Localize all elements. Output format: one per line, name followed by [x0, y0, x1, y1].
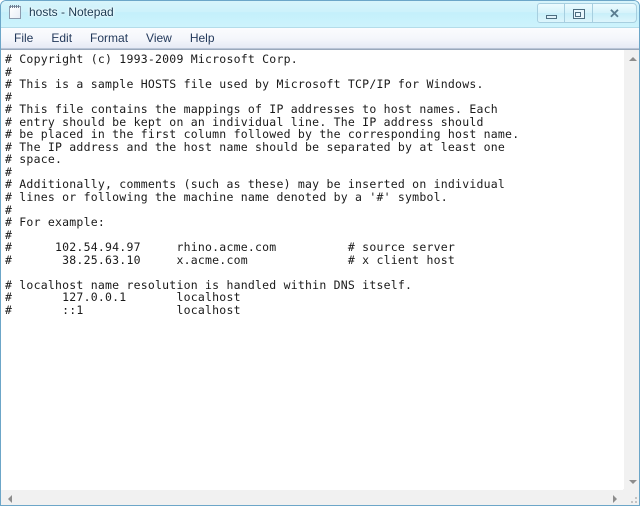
menu-item-format[interactable]: Format — [81, 29, 137, 48]
menu-bar: File Edit Format View Help — [1, 28, 639, 49]
text-line: # be placed in the first column followed… — [5, 127, 520, 142]
text-line: # This is a sample HOSTS file used by Mi… — [5, 77, 484, 92]
menu-item-view[interactable]: View — [137, 29, 181, 48]
title-bar[interactable]: hosts - Notepad ✕ — [1, 1, 639, 28]
editor-region: # Copyright (c) 1993-2009 Microsoft Corp… — [1, 49, 639, 505]
scroll-down-arrow-icon — [628, 479, 637, 484]
notepad-window: hosts - Notepad ✕ File Edit Format View … — [0, 0, 640, 506]
menu-item-edit[interactable]: Edit — [42, 29, 81, 48]
resize-grip[interactable] — [623, 489, 639, 505]
text-line: # Copyright (c) 1993-2009 Microsoft Corp… — [5, 52, 298, 66]
scroll-right-button[interactable] — [606, 490, 623, 505]
minimize-button[interactable] — [537, 3, 565, 23]
text-line: # 102.54.94.97 rhino.acme.com # source s… — [5, 240, 456, 255]
minimize-icon — [546, 15, 557, 19]
close-button[interactable]: ✕ — [593, 3, 637, 23]
scroll-down-button[interactable] — [624, 473, 639, 490]
text-line: # ::1 localhost — [5, 302, 241, 317]
notepad-icon — [8, 5, 23, 20]
vertical-scrollbar[interactable] — [623, 50, 639, 490]
text-line: # The IP address and the host name shoul… — [5, 139, 506, 154]
menu-item-help[interactable]: Help — [181, 29, 224, 48]
maximize-button[interactable] — [565, 3, 593, 23]
window-controls: ✕ — [537, 3, 637, 23]
scroll-up-button[interactable] — [624, 50, 639, 67]
text-line: # 38.25.63.10 x.acme.com # x client host — [5, 252, 456, 267]
text-editor[interactable]: # Copyright (c) 1993-2009 Microsoft Corp… — [1, 50, 623, 490]
scroll-left-button[interactable] — [1, 490, 18, 505]
horizontal-scrollbar[interactable] — [1, 489, 623, 505]
window-title: hosts - Notepad — [29, 5, 114, 19]
text-line: # For example: — [5, 215, 106, 230]
close-icon: ✕ — [609, 5, 620, 21]
menu-item-file[interactable]: File — [5, 29, 42, 48]
text-line: # This file contains the mappings of IP … — [5, 102, 498, 117]
scroll-up-arrow-icon — [628, 56, 637, 61]
title-bar-left: hosts - Notepad — [8, 5, 114, 20]
text-line: # lines or following the machine name de… — [5, 190, 448, 205]
text-line — [5, 266, 623, 279]
scroll-right-arrow-icon — [612, 494, 617, 503]
scroll-left-arrow-icon — [7, 494, 12, 503]
text-line: # space. — [5, 152, 63, 167]
